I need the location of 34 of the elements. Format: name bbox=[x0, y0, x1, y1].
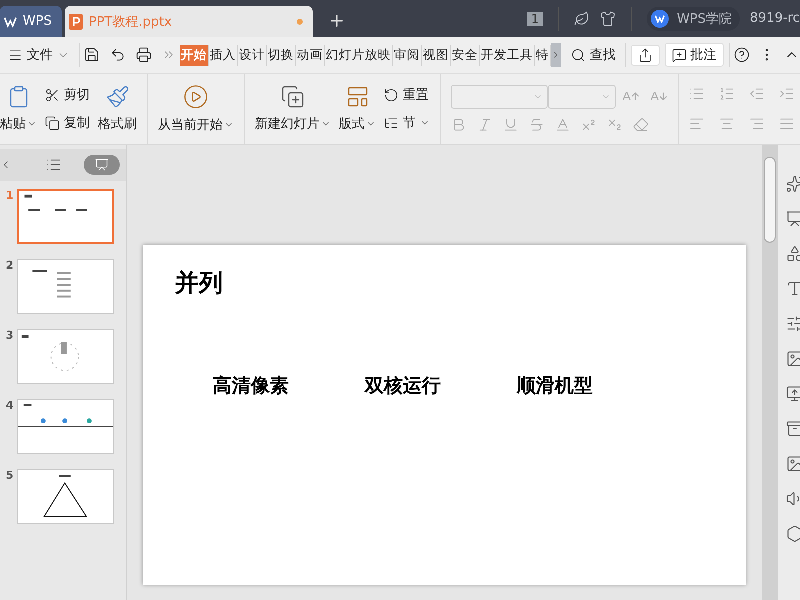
reset-button[interactable]: 重置 bbox=[384, 86, 430, 104]
play-from-current-button[interactable]: 从当前开始 bbox=[158, 84, 234, 134]
menu-tab[interactable]: 设计 bbox=[238, 44, 268, 66]
window-count-badge[interactable]: 1 bbox=[527, 12, 544, 26]
user-name: 8919-rc bbox=[750, 11, 800, 26]
file-menu[interactable]: 文件 bbox=[4, 46, 74, 64]
slide-item-text: 双核运行 bbox=[365, 374, 441, 399]
section-button[interactable]: 节 bbox=[384, 114, 430, 132]
comment-button[interactable]: 批注 bbox=[664, 43, 724, 67]
account-button[interactable]: WPS学院 bbox=[647, 6, 740, 30]
slide-item-text: 顺滑机型 bbox=[517, 374, 593, 399]
format-painter-button[interactable]: 格式刷 bbox=[98, 85, 137, 133]
menu-tab[interactable]: 幻灯片放映 bbox=[325, 44, 394, 66]
slide-number: 1 bbox=[6, 189, 12, 202]
copy-button[interactable]: 复制 bbox=[45, 114, 90, 132]
slide-number: 3 bbox=[6, 329, 12, 342]
layout-button[interactable]: 版式 bbox=[339, 85, 376, 133]
slide-item-text: 高清像素 bbox=[213, 374, 289, 399]
slide-number: 4 bbox=[6, 399, 12, 412]
new-slide-button[interactable]: 新建幻灯片 bbox=[255, 85, 331, 133]
paste-button[interactable]: 粘贴 bbox=[0, 85, 37, 133]
menu-tab[interactable]: 视图 bbox=[422, 44, 452, 66]
menu-tab[interactable]: 插入 bbox=[209, 44, 238, 66]
cut-button[interactable]: 剪切 bbox=[45, 86, 90, 104]
menu-tab[interactable]: 安全 bbox=[451, 44, 480, 66]
slide-title: 并列 bbox=[175, 268, 224, 299]
slide-number: 2 bbox=[6, 259, 12, 272]
slide-number: 5 bbox=[6, 469, 12, 482]
menu-tab[interactable]: 动画 bbox=[296, 44, 326, 66]
menu-tab[interactable]: 开发工具 bbox=[480, 44, 536, 66]
window-tab[interactable]: WPS bbox=[0, 6, 62, 37]
find-button[interactable]: 查找 bbox=[567, 46, 620, 64]
menu-tab[interactable]: 切换 bbox=[267, 44, 296, 66]
menu-tab[interactable]: 审阅 bbox=[393, 44, 422, 66]
